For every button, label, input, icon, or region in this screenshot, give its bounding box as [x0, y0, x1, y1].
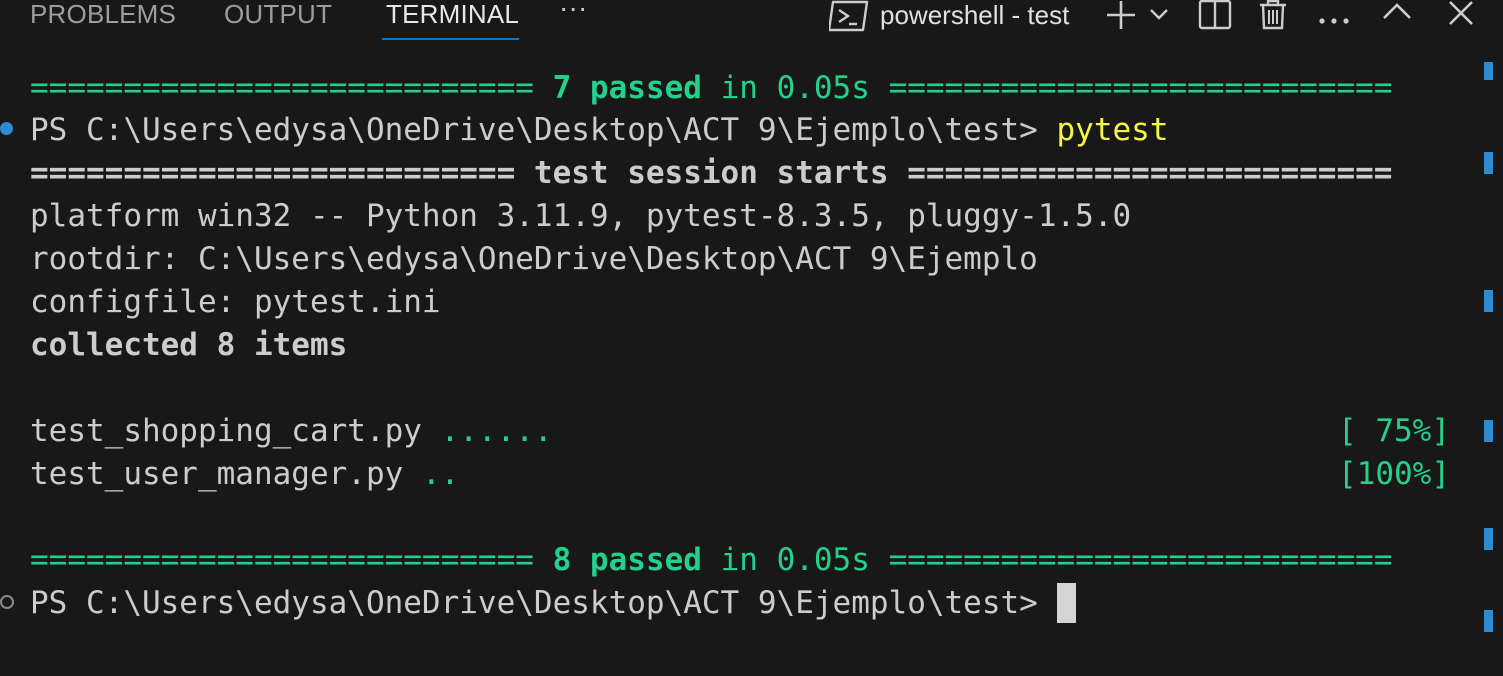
split-terminal-icon[interactable]: [1198, 0, 1232, 34]
scroll-marker: [1484, 528, 1493, 550]
text-cursor: [1056, 583, 1076, 623]
terminal-viewport[interactable]: =========================== 7 passed in …: [0, 44, 1480, 676]
platform-line: platform win32 -- Python 3.11.9, pytest-…: [30, 198, 1132, 234]
prompt: PS C:\Users\edysa\OneDrive\Desktop\ACT 9…: [30, 585, 1057, 621]
test-result-line-1: test_shopping_cart.py ......: [30, 411, 553, 451]
plus-icon[interactable]: [1105, 0, 1137, 34]
scroll-marker: [1484, 290, 1493, 312]
tab-terminal[interactable]: TERMINAL: [386, 0, 519, 40]
session-start-line: ========================== test session …: [30, 155, 1393, 191]
test-file-name: test_shopping_cart.py: [30, 413, 441, 449]
more-actions-icon[interactable]: [1318, 10, 1350, 29]
rootdir-line: rootdir: C:\Users\edysa\OneDrive\Desktop…: [30, 241, 1038, 277]
chevron-up-icon[interactable]: [1382, 2, 1412, 24]
collected-line: collected 8 items: [30, 327, 348, 363]
duration: in 0.05s: [720, 70, 870, 106]
prompt: PS C:\Users\edysa\OneDrive\Desktop\ACT 9…: [30, 112, 1057, 148]
command-success-marker[interactable]: [0, 122, 13, 135]
panel-tab-bar: PROBLEMS OUTPUT TERMINAL ··· powershell …: [0, 0, 1503, 44]
chevron-down-icon[interactable]: [1149, 6, 1169, 25]
passed-count: 7 passed: [552, 70, 702, 106]
summary-line-top: =========================== 7 passed in …: [30, 68, 1392, 108]
trash-icon[interactable]: [1258, 0, 1288, 34]
terminal-selector-label[interactable]: powershell - test: [880, 0, 1069, 30]
duration: in 0.05s: [720, 542, 870, 578]
test-result-line-2: test_user_manager.py ..: [30, 454, 459, 494]
active-tab-indicator: [382, 38, 519, 40]
scroll-marker: [1484, 420, 1493, 442]
prompt-line-2: PS C:\Users\edysa\OneDrive\Desktop\ACT 9…: [30, 583, 1076, 623]
separator: ===========================: [30, 542, 534, 578]
prompt-line-1: PS C:\Users\edysa\OneDrive\Desktop\ACT 9…: [30, 110, 1168, 150]
separator: ===========================: [888, 70, 1393, 106]
tab-problems[interactable]: PROBLEMS: [30, 0, 176, 40]
summary-line-bottom: =========================== 8 passed in …: [30, 540, 1392, 580]
progress-percent: [100%]: [1338, 456, 1450, 492]
separator: ===========================: [888, 542, 1393, 578]
scroll-marker: [1484, 152, 1493, 174]
test-dots: ..: [421, 456, 460, 492]
command-text: pytest: [1056, 112, 1169, 148]
tab-output[interactable]: OUTPUT: [224, 0, 332, 40]
test-dots: ......: [440, 413, 553, 449]
scroll-marker: [1484, 610, 1493, 632]
terminal-icon[interactable]: [827, 0, 869, 36]
command-pending-marker[interactable]: [0, 595, 14, 609]
test-file-name: test_user_manager.py: [30, 456, 422, 492]
tab-overflow-more-icon[interactable]: ···: [559, 0, 588, 34]
close-icon[interactable]: [1448, 0, 1474, 30]
scroll-marker: [1484, 62, 1493, 80]
separator: ===========================: [30, 70, 534, 106]
configfile-line: configfile: pytest.ini: [30, 284, 441, 320]
progress-percent: [ 75%]: [1338, 413, 1450, 449]
passed-count: 8 passed: [552, 542, 702, 578]
